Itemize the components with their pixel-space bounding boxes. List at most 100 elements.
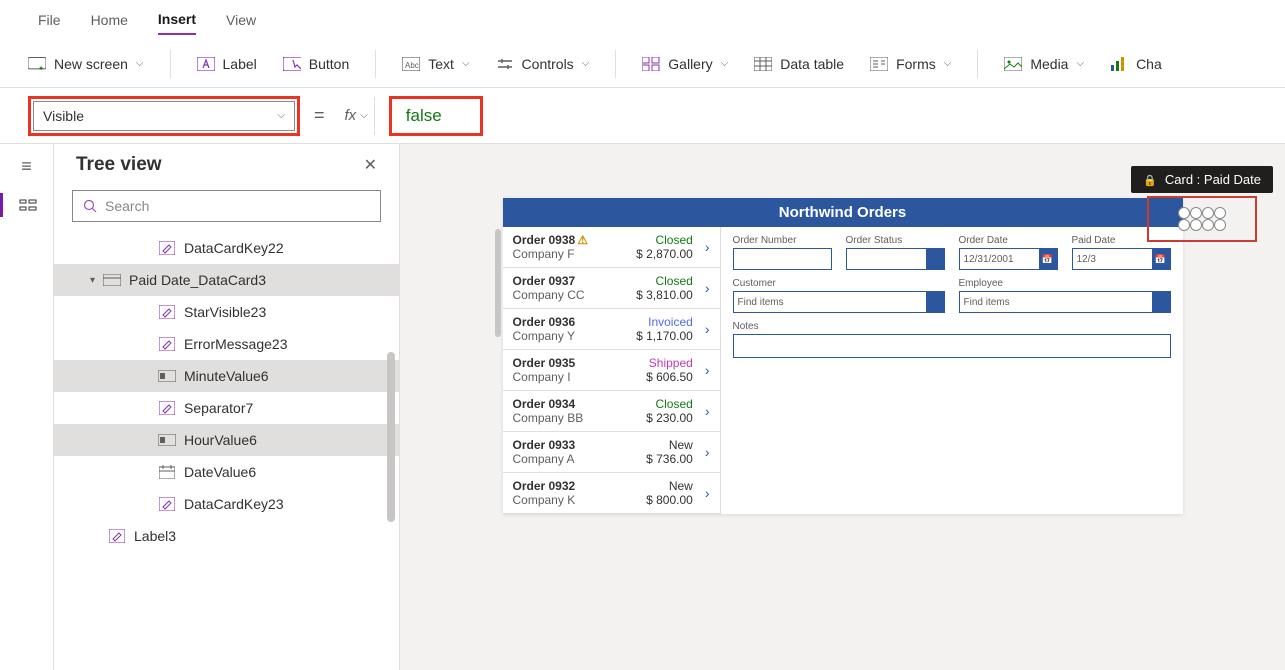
property-name: Visible <box>43 108 84 124</box>
order-status: Closed <box>636 233 693 247</box>
employee-select[interactable]: Find items <box>959 291 1171 313</box>
order-price: $ 606.50 <box>646 370 693 384</box>
order-price: $ 230.00 <box>646 411 693 425</box>
new-screen-button[interactable]: New screen ⌵ <box>28 55 144 73</box>
top-menu: File Home Insert View <box>0 0 1285 40</box>
menu-home[interactable]: Home <box>91 12 128 28</box>
gallery-button[interactable]: Gallery ⌵ <box>642 55 728 73</box>
order-item[interactable]: Order 0934Company BBClosed$ 230.00› <box>503 391 720 432</box>
search-placeholder: Search <box>105 198 149 214</box>
new-screen-label: New screen <box>54 56 128 72</box>
notes-input[interactable] <box>733 334 1171 358</box>
order-status: Closed <box>646 397 693 411</box>
menu-file[interactable]: File <box>38 12 61 28</box>
paid-date-input[interactable]: 12/3 📅 <box>1072 248 1171 270</box>
order-status: Shipped <box>646 356 693 370</box>
customer-select[interactable]: Find items <box>733 291 945 313</box>
order-price: $ 3,810.00 <box>636 288 693 302</box>
order-company: Company BB <box>513 411 641 425</box>
order-date-input[interactable]: 12/31/2001📅 <box>959 248 1058 270</box>
gallery-icon <box>642 55 660 73</box>
order-company: Company K <box>513 493 641 507</box>
chevron-right-icon[interactable]: › <box>699 485 710 501</box>
chevron-right-icon[interactable]: › <box>699 403 710 419</box>
chevron-down-icon: ⌵ <box>136 58 144 69</box>
charts-button[interactable]: Cha <box>1110 55 1162 73</box>
search-input[interactable]: Search <box>72 190 381 222</box>
edit-icon <box>158 497 176 511</box>
chevron-right-icon[interactable]: › <box>699 444 710 460</box>
chevron-down-icon[interactable] <box>926 292 944 312</box>
tree-item[interactable]: HourValue6 <box>54 424 399 456</box>
order-id: Order 0933 <box>513 438 641 452</box>
media-button[interactable]: Media ⌵ <box>1004 55 1084 73</box>
tree-view-icon[interactable] <box>0 193 53 217</box>
tree-item[interactable]: DateValue6 <box>54 456 399 488</box>
chevron-down-icon[interactable] <box>1152 292 1170 312</box>
scrollbar[interactable] <box>495 229 501 337</box>
order-item[interactable]: Order 0933Company ANew$ 736.00› <box>503 432 720 473</box>
calendar-icon[interactable]: 📅 <box>1039 249 1057 269</box>
datatable-button[interactable]: Data table <box>754 55 844 73</box>
menu-view[interactable]: View <box>226 12 256 28</box>
chevron-right-icon[interactable]: › <box>699 239 710 255</box>
tree-item[interactable]: StarVisible23 <box>54 296 399 328</box>
chevron-down-icon: ⌵ <box>944 58 952 69</box>
paid-date-val: 12/3 <box>1077 254 1096 265</box>
tree-item-label: DateValue6 <box>184 464 256 480</box>
order-item[interactable]: Order 0937Company CCClosed$ 3,810.00› <box>503 268 720 309</box>
chevron-down-icon[interactable] <box>926 249 944 269</box>
scrollbar[interactable] <box>387 352 395 522</box>
controls-button[interactable]: Controls ⌵ <box>496 55 590 73</box>
left-rail: ≡ <box>0 144 54 670</box>
tree-item[interactable]: ErrorMessage23 <box>54 328 399 360</box>
fx-button[interactable]: fx ⌵ <box>339 97 375 135</box>
order-item[interactable]: Order 0932Company KNew$ 800.00› <box>503 473 720 514</box>
formula-value: false <box>406 106 442 126</box>
tree-title: Tree view <box>76 154 162 176</box>
property-selector[interactable]: Visible ⌵ <box>28 96 300 136</box>
formula-input[interactable]: false <box>389 96 483 136</box>
edit-icon <box>108 529 126 543</box>
label-button[interactable]: Label <box>197 55 257 73</box>
tree-item[interactable]: DataCardKey23 <box>54 488 399 520</box>
chevron-down-icon: ⌵ <box>1076 58 1084 69</box>
button-button[interactable]: Button <box>283 55 349 73</box>
order-price: $ 1,170.00 <box>636 329 693 343</box>
tree-item[interactable]: Separator7 <box>54 392 399 424</box>
formula-bar: Visible ⌵ = fx ⌵ false <box>0 88 1285 144</box>
order-list[interactable]: Order 0938⚠Company FClosed$ 2,870.00› Ord… <box>503 227 721 514</box>
tree-item[interactable]: DataCardKey22 <box>54 232 399 264</box>
chevron-down-icon: ⌵ <box>277 110 285 121</box>
order-price: $ 800.00 <box>646 493 693 507</box>
order-id: Order 0935 <box>513 356 641 370</box>
tree-item[interactable]: MinuteValue6 <box>54 360 399 392</box>
chevron-right-icon[interactable]: › <box>699 321 710 337</box>
cal-icon <box>158 465 176 479</box>
tree-item-label: HourValue6 <box>184 432 257 448</box>
hamburger-icon[interactable]: ≡ <box>21 156 32 177</box>
text-button[interactable]: Abc Text ⌵ <box>402 55 469 73</box>
order-number-input[interactable] <box>733 248 832 270</box>
menu-insert[interactable]: Insert <box>158 11 196 35</box>
order-status: Closed <box>636 274 693 288</box>
calendar-icon[interactable]: 📅 <box>1152 249 1170 269</box>
forms-button[interactable]: Forms ⌵ <box>870 55 951 73</box>
tree-item[interactable]: Label3 <box>54 520 399 552</box>
order-item[interactable]: Order 0936Company YInvoiced$ 1,170.00› <box>503 309 720 350</box>
order-item[interactable]: Order 0935Company IShipped$ 606.50› <box>503 350 720 391</box>
order-item[interactable]: Order 0938⚠Company FClosed$ 2,870.00› <box>503 227 720 268</box>
card-icon <box>103 273 121 287</box>
chevron-down-icon: ⌵ <box>721 58 729 69</box>
order-status-select[interactable] <box>846 248 945 270</box>
selection-handles[interactable] <box>1178 207 1226 231</box>
order-company: Company Y <box>513 329 631 343</box>
close-icon[interactable]: ✕ <box>364 155 377 175</box>
chevron-right-icon[interactable]: › <box>699 362 710 378</box>
edit-icon <box>158 241 176 255</box>
tree-item[interactable]: ▾Paid Date_DataCard3 <box>54 264 399 296</box>
employee-placeholder: Find items <box>964 297 1010 308</box>
caret-down-icon[interactable]: ▾ <box>90 275 95 286</box>
customer-placeholder: Find items <box>738 297 784 308</box>
chevron-right-icon[interactable]: › <box>699 280 710 296</box>
